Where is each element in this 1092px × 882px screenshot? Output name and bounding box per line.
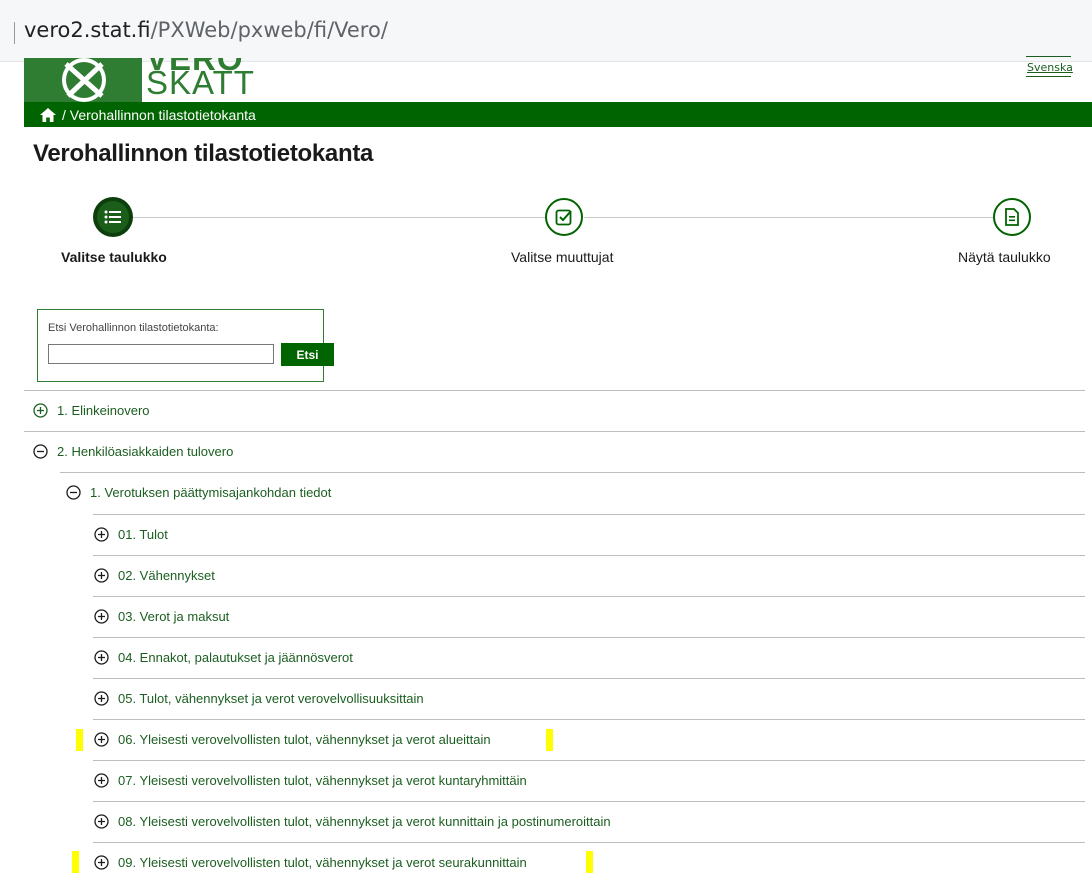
step-2-circle[interactable]: [545, 198, 583, 236]
tree-item-vahennykset[interactable]: 02. Vähennykset: [94, 555, 215, 595]
collapse-minus-icon[interactable]: [33, 443, 48, 459]
step-3-circle[interactable]: [993, 198, 1031, 236]
expand-plus-icon[interactable]: [94, 813, 109, 829]
expand-plus-icon[interactable]: [94, 731, 109, 747]
language-link-svenska[interactable]: Svenska: [1027, 61, 1073, 74]
tree-item-label[interactable]: 2. Henkilöasiakkaiden tulovero: [57, 444, 233, 459]
tree-item-label[interactable]: 09. Yleisesti verovelvollisten tulot, vä…: [118, 855, 527, 870]
expand-plus-icon[interactable]: [94, 690, 109, 706]
tree-item-alueittain[interactable]: 06. Yleisesti verovelvollisten tulot, vä…: [94, 719, 491, 759]
tree-item-label[interactable]: 08. Yleisesti verovelvollisten tulot, vä…: [118, 814, 611, 829]
vero-skatt-logo[interactable]: VERO SKATT: [24, 58, 256, 104]
search-label: Etsi Verohallinnon tilastotietokanta:: [48, 322, 219, 334]
tree-item-label[interactable]: 1. Elinkeinovero: [57, 403, 150, 418]
checkbox-checked-icon: [555, 209, 572, 226]
expand-plus-icon[interactable]: [94, 526, 109, 542]
url-text[interactable]: vero2.stat.fi/PXWeb/pxweb/fi/Vero/: [24, 18, 388, 42]
list-icon: [104, 210, 121, 224]
step-1-circle[interactable]: [94, 198, 132, 236]
tree-item-label[interactable]: 04. Ennakot, palautukset ja jäännösverot: [118, 650, 353, 665]
expand-plus-icon[interactable]: [94, 608, 109, 624]
breadcrumb-current[interactable]: / Verohallinnon tilastotietokanta: [62, 107, 256, 123]
tree-item-label[interactable]: 02. Vähennykset: [118, 568, 215, 583]
highlight-mark-right: [546, 729, 553, 751]
collapse-minus-icon[interactable]: [66, 484, 81, 500]
browser-url-bar[interactable]: vero2.stat.fi/PXWeb/pxweb/fi/Vero/: [0, 0, 1092, 62]
expand-plus-icon[interactable]: [33, 402, 48, 418]
tree-item-label[interactable]: 01. Tulot: [118, 527, 168, 542]
tree-divider: [24, 390, 1085, 391]
tree-item-tulot[interactable]: 01. Tulot: [94, 514, 168, 554]
search-input[interactable]: [48, 344, 274, 364]
step-connector-2: [584, 217, 994, 218]
url-path: /PXWeb/pxweb/fi/Vero/: [150, 18, 388, 42]
tree-item-henkiloasiakkaiden-tulovero[interactable]: 2. Henkilöasiakkaiden tulovero: [33, 431, 233, 471]
step-connector-1: [133, 217, 546, 218]
expand-plus-icon[interactable]: [94, 772, 109, 788]
tree-divider: [93, 555, 1085, 556]
tree-divider: [93, 596, 1085, 597]
tree-item-ennakot[interactable]: 04. Ennakot, palautukset ja jäännösverot: [94, 637, 353, 677]
tree-item-label[interactable]: 1. Verotuksen päättymisajankohdan tiedot: [90, 485, 331, 500]
step-3-label[interactable]: Näytä taulukko: [958, 249, 1051, 265]
tree-item-verot-ja-maksut[interactable]: 03. Verot ja maksut: [94, 596, 229, 636]
tree-item-kunnittain-postinumeroittain[interactable]: 08. Yleisesti verovelvollisten tulot, vä…: [94, 801, 611, 841]
highlight-mark-left: [76, 729, 83, 751]
search-panel: Etsi Verohallinnon tilastotietokanta: Et…: [37, 309, 334, 382]
tree-item-verovelvollisuuksittain[interactable]: 05. Tulot, vähennykset ja verot verovelv…: [94, 678, 424, 718]
highlight-mark-left: [72, 851, 79, 873]
lang-divider-bottom: [1026, 76, 1071, 77]
url-caret: [14, 22, 15, 44]
tree-item-label[interactable]: 05. Tulot, vähennykset ja verot verovelv…: [118, 691, 424, 706]
step-1-label[interactable]: Valitse taulukko: [61, 249, 167, 265]
tree-item-label[interactable]: 06. Yleisesti verovelvollisten tulot, vä…: [118, 732, 491, 747]
crossed-tools-icon: [62, 58, 106, 102]
logo-emblem: [24, 58, 142, 104]
breadcrumb: / Verohallinnon tilastotietokanta: [24, 102, 1092, 127]
tree-item-verotuksen-paattymisajankohdan-tiedot[interactable]: 1. Verotuksen päättymisajankohdan tiedot: [66, 472, 331, 512]
search-button[interactable]: Etsi: [281, 343, 334, 366]
tree-item-label[interactable]: 03. Verot ja maksut: [118, 609, 229, 624]
expand-plus-icon[interactable]: [94, 567, 109, 583]
url-domain: vero2.stat.fi: [24, 18, 151, 42]
expand-plus-icon[interactable]: [94, 854, 109, 870]
lang-divider-top: [1026, 56, 1071, 57]
tree-item-seurakunnittain[interactable]: 09. Yleisesti verovelvollisten tulot, vä…: [94, 842, 527, 882]
page-title: Verohallinnon tilastotietokanta: [33, 140, 374, 167]
document-icon: [1005, 208, 1019, 226]
tree-item-elinkeinovero[interactable]: 1. Elinkeinovero: [33, 390, 150, 430]
home-icon[interactable]: [40, 107, 56, 122]
highlight-mark-right: [586, 851, 593, 873]
tree-divider: [93, 514, 1085, 515]
step-2-label[interactable]: Valitse muuttujat: [511, 249, 613, 265]
logo-word: SKATT: [146, 64, 255, 101]
expand-plus-icon[interactable]: [94, 649, 109, 665]
tree-item-kuntaryhmittain[interactable]: 07. Yleisesti verovelvollisten tulot, vä…: [94, 760, 527, 800]
tree-item-label[interactable]: 07. Yleisesti verovelvollisten tulot, vä…: [118, 773, 527, 788]
